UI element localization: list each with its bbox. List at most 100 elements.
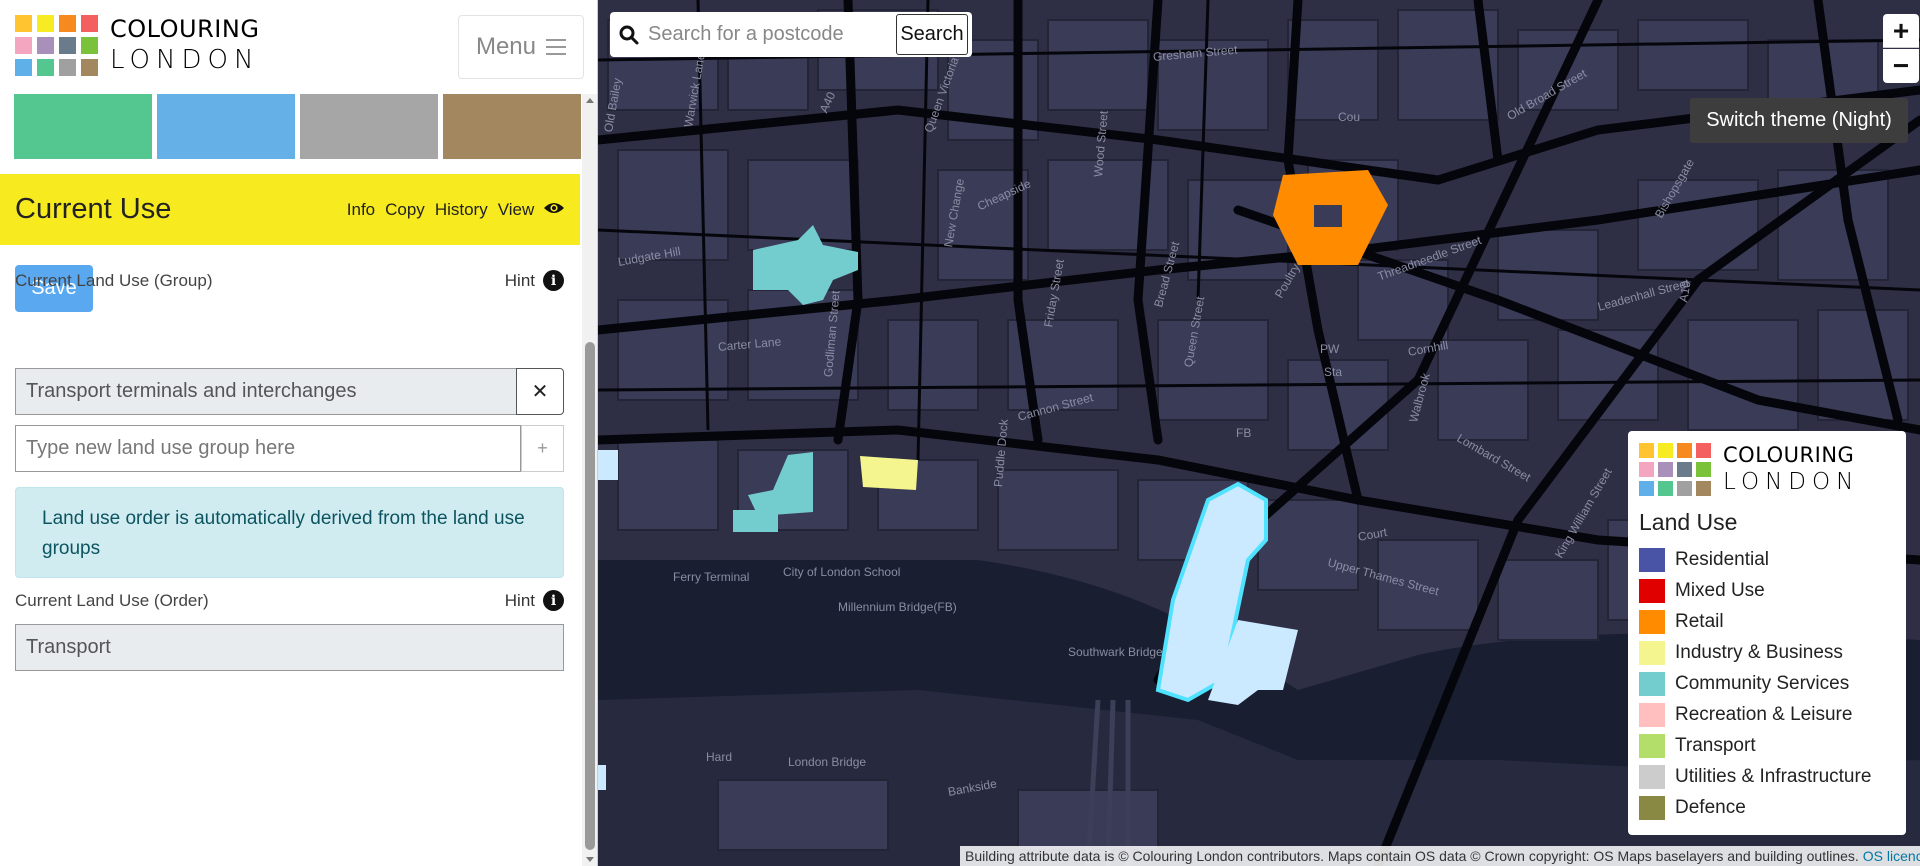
scroll-down-arrow[interactable] xyxy=(586,857,594,862)
category-tile-2[interactable] xyxy=(157,94,295,159)
logo-swatch xyxy=(81,14,98,32)
legend-items: Residential Mixed Use Retail Industry & Bus… xyxy=(1639,544,1895,823)
logo-swatch xyxy=(37,36,54,54)
logo-swatch xyxy=(1677,443,1692,458)
search-button[interactable]: Search xyxy=(896,14,968,55)
legend-item: Mixed Use xyxy=(1639,575,1895,606)
copy-link[interactable]: Copy xyxy=(385,200,425,220)
colouring-london-logo[interactable]: COLOURING LONDON xyxy=(15,14,259,77)
legend-label: Mixed Use xyxy=(1675,579,1765,601)
sidebar: COLOURING LONDON Menu Current Use Info C… xyxy=(0,0,598,866)
group-hint[interactable]: Hint i xyxy=(505,270,564,291)
logo-colour-grid xyxy=(15,14,98,76)
logo-text: COLOURING LONDON xyxy=(110,14,259,77)
logo-swatch xyxy=(1696,481,1711,496)
logo-swatch xyxy=(15,36,32,54)
legend-item: Recreation & Leisure xyxy=(1639,699,1895,730)
legend-item: Community Services xyxy=(1639,668,1895,699)
os-licence-link[interactable]: OS licence xyxy=(1863,848,1920,864)
legend-label: Transport xyxy=(1675,734,1756,756)
street-label: Southwark Bridge xyxy=(1068,645,1163,659)
logo-swatch xyxy=(1677,481,1692,496)
legend-item: Transport xyxy=(1639,730,1895,761)
legend-logo: COLOURING LONDON xyxy=(1639,442,1895,497)
sidebar-content: Current Use Info Copy History View Save … xyxy=(0,94,582,866)
legend-label: Defence xyxy=(1675,796,1746,818)
add-group-button[interactable]: + xyxy=(521,425,564,472)
view-link[interactable]: View xyxy=(498,200,565,220)
legend-label: Residential xyxy=(1675,548,1769,570)
land-use-order-alert: Land use order is automatically derived … xyxy=(15,487,564,578)
group-field-label: Current Land Use (Group) xyxy=(15,270,213,290)
logo-swatch xyxy=(81,58,98,76)
street-label: Hard xyxy=(706,750,733,764)
logo-swatch xyxy=(1639,481,1654,496)
hint-label: Hint xyxy=(504,590,535,610)
sidebar-header: COLOURING LONDON Menu xyxy=(0,0,597,94)
logo-swatch xyxy=(1658,443,1673,458)
remove-group-button[interactable]: ✕ xyxy=(516,368,564,415)
street-label: London Bridge xyxy=(788,755,867,769)
new-land-use-group-input[interactable] xyxy=(15,425,521,472)
map-legend: COLOURING LONDON Land Use Residential Mix… xyxy=(1628,431,1906,835)
category-tile-3[interactable] xyxy=(300,94,438,159)
scrollbar-thumb[interactable] xyxy=(585,342,595,850)
logo-swatch xyxy=(1639,462,1654,477)
scroll-up-arrow[interactable] xyxy=(586,98,594,103)
legend-item: Retail xyxy=(1639,606,1895,637)
switch-theme-button[interactable]: Switch theme (Night) xyxy=(1690,98,1908,143)
zoom-out-button[interactable]: − xyxy=(1883,49,1919,83)
map[interactable]: Gresham Street Cheapside Wood Street Thread… xyxy=(598,0,1920,866)
legend-swatch xyxy=(1639,547,1665,572)
street-label: Sta xyxy=(1324,365,1343,379)
legend-item: Industry & Business xyxy=(1639,637,1895,668)
street-label: Ferry Terminal xyxy=(673,570,750,584)
postcode-search: Search xyxy=(610,12,972,57)
logo-line-1: COLOURING xyxy=(1723,443,1855,467)
street-label: Cou xyxy=(1338,110,1361,124)
street-label: FB xyxy=(1236,426,1252,440)
category-tile-4[interactable] xyxy=(443,94,581,159)
logo-swatch xyxy=(1696,443,1711,458)
menu-button[interactable]: Menu xyxy=(458,15,584,79)
order-hint[interactable]: Hint i xyxy=(505,590,564,611)
logo-swatch xyxy=(37,58,54,76)
logo-swatch xyxy=(15,14,32,32)
logo-swatch xyxy=(1677,462,1692,477)
legend-label: Industry & Business xyxy=(1675,641,1843,663)
zoom-in-button[interactable]: + xyxy=(1883,14,1919,48)
sidebar-scrollbar[interactable] xyxy=(582,94,597,866)
search-icon xyxy=(610,25,648,45)
legend-swatch xyxy=(1639,671,1665,696)
postcode-search-input[interactable] xyxy=(648,23,890,46)
logo-swatch xyxy=(81,36,98,54)
logo-colour-grid xyxy=(1639,443,1711,496)
legend-item: Defence xyxy=(1639,792,1895,823)
land-use-group-value: Transport terminals and interchanges xyxy=(15,368,517,415)
logo-swatch xyxy=(1658,481,1673,496)
legend-swatch xyxy=(1639,733,1665,758)
logo-swatch xyxy=(59,14,76,32)
logo-swatch xyxy=(1639,443,1654,458)
info-link[interactable]: Info xyxy=(347,200,375,220)
legend-swatch xyxy=(1639,578,1665,603)
view-label: View xyxy=(497,199,535,219)
logo-swatch xyxy=(1658,462,1673,477)
logo-swatch xyxy=(59,36,76,54)
info-icon: i xyxy=(543,270,564,291)
history-link[interactable]: History xyxy=(435,200,488,220)
legend-swatch xyxy=(1639,795,1665,820)
logo-line-1: COLOURING xyxy=(110,15,260,43)
category-tile-1[interactable] xyxy=(14,94,152,159)
logo-swatch xyxy=(15,58,32,76)
eye-icon xyxy=(544,202,564,213)
land-use-order-value: Transport xyxy=(15,624,564,671)
logo-swatch xyxy=(37,14,54,32)
order-label-row: Current Land Use (Order) Hint i xyxy=(15,590,564,611)
legend-swatch xyxy=(1639,702,1665,727)
section-header: Current Use Info Copy History View xyxy=(0,174,580,245)
logo-swatch xyxy=(1696,462,1711,477)
logo-swatch xyxy=(59,58,76,76)
logo-line-2: LONDON xyxy=(110,45,260,75)
order-field-label: Current Land Use (Order) xyxy=(15,590,209,610)
